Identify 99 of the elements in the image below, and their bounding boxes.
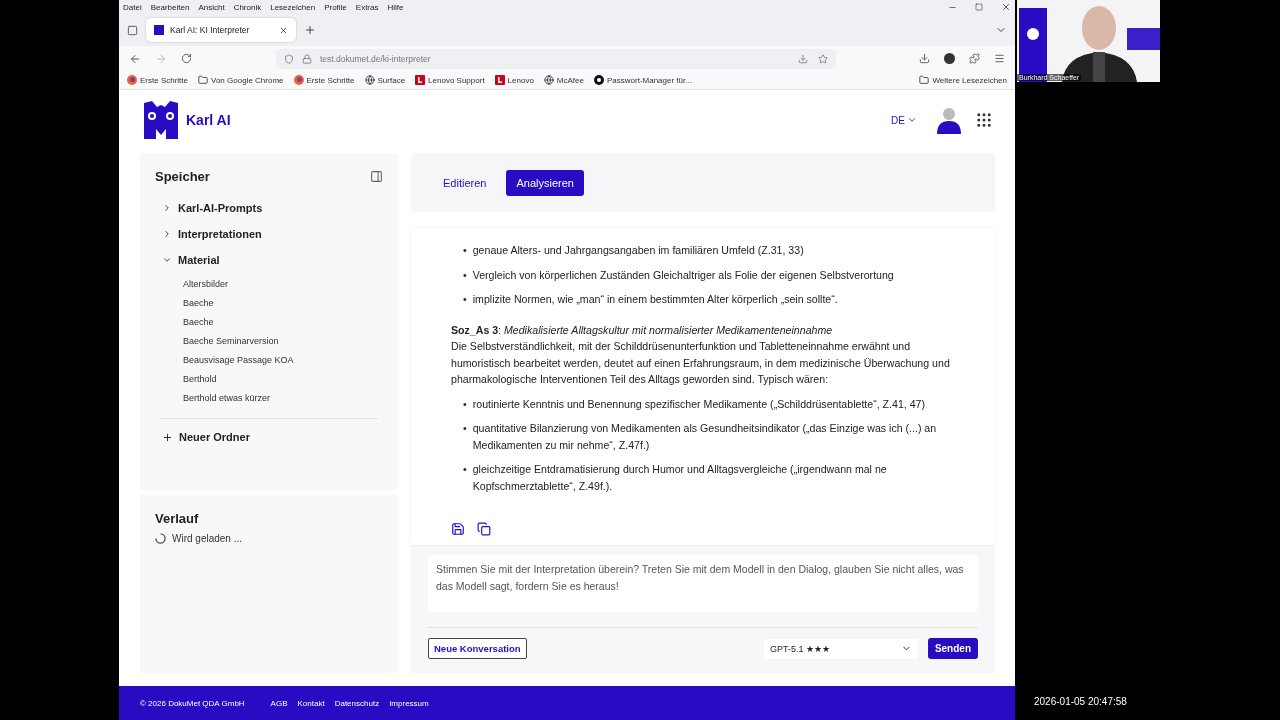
footer-link[interactable]: Kontakt <box>297 698 325 708</box>
loading-text: Wird geladen ... <box>172 533 243 544</box>
bookmark[interactable]: Erste Schritte <box>293 75 355 85</box>
timestamp: 2026-01-05 20:47:58 <box>1034 696 1128 707</box>
language-select[interactable]: DE <box>885 113 923 127</box>
menu-item[interactable]: Chronik <box>233 2 262 12</box>
menu-item[interactable]: Lesezeichen <box>270 2 316 12</box>
list-item: routinierte Kenntnis und Benennung spezifischer Medikamente („Schilddrüsentablette“, Z.41, 47) <box>472 396 926 412</box>
tab-title: Karl AI: KI Interpreter <box>170 25 250 35</box>
file-item[interactable]: Baeche <box>155 314 214 330</box>
file-item[interactable]: Baeche <box>155 295 214 311</box>
bullet: • <box>463 267 467 283</box>
close-tab-icon[interactable] <box>279 25 288 35</box>
file-item[interactable]: Berthold etwas kürzer <box>155 390 271 406</box>
menu-item[interactable]: Hilfe <box>387 2 404 12</box>
bullet: • <box>463 243 467 258</box>
section-heading: Soz_As 3: Medikalisierte Alltagskultur mit normalisierter Medikamenteneinnahme <box>451 322 834 338</box>
bookmark[interactable]: Surface <box>364 75 406 85</box>
list-item: implizite Normen, wie „man“ in einem bestimmten Alter körperlich „sein sollte“. <box>472 292 839 307</box>
owl-logo <box>144 101 178 139</box>
apps-grid-icon[interactable] <box>975 111 993 129</box>
bullet: • <box>463 292 467 307</box>
list-item: gleichzeitige Entdramatisierung durch Humor und Alltagsvergleiche („irgendwann mal ne Kopfschmerztablette“, Z.49f.). <box>472 462 888 494</box>
new-tab-icon[interactable] <box>304 24 316 36</box>
copy-icon[interactable] <box>477 522 491 536</box>
send-button[interactable]: Senden <box>927 638 978 659</box>
browser-tab[interactable]: Karl AI: KI Interpreter <box>146 18 296 42</box>
menu-item[interactable]: Profile <box>324 2 347 12</box>
key-icon <box>594 75 604 85</box>
list-item: genaue Alters- und Jahrgangsangaben im familiären Umfeld (Z.31, 33) <box>472 243 805 258</box>
menu-item[interactable]: Bearbeiten <box>150 2 190 12</box>
file-item[interactable]: Altersbilder <box>155 276 229 292</box>
new-folder-button[interactable]: Neuer Ordner <box>155 427 250 447</box>
close-icon[interactable] <box>1001 2 1011 12</box>
panel-title: Speicher <box>155 169 210 184</box>
extensions-icon[interactable] <box>969 53 980 64</box>
chevron-down-icon <box>907 115 917 125</box>
bookmark-star-icon[interactable] <box>818 53 828 64</box>
bullet: • <box>463 396 467 412</box>
prompt-field[interactable]: Stimmen Sie mit der Interpretation überein? Treten Sie mit dem Modell in den Dialog, glauben Sie nicht alles, was das Modell sagt, fordern Sie es heraus! <box>428 555 978 612</box>
tab[interactable]: Analysieren <box>506 169 584 196</box>
profile-icon[interactable] <box>944 53 955 64</box>
plus-icon <box>162 431 173 443</box>
brand-name: Karl AI <box>186 112 231 128</box>
footer-link[interactable]: AGB <box>270 698 288 708</box>
menu-icon[interactable] <box>994 53 1005 64</box>
browser-icon <box>127 75 137 85</box>
address-bar[interactable]: test.dokumet.de/ki-interpreter <box>276 48 836 69</box>
globe-icon <box>543 75 554 85</box>
panel-toggle-icon[interactable] <box>370 170 383 183</box>
bookmark[interactable]: Weitere Lesezeichen <box>919 75 1007 85</box>
letter-badge-icon <box>494 75 505 85</box>
new-conversation-button[interactable]: Neue Konversation <box>428 638 527 659</box>
file-item[interactable]: Berthold <box>155 371 217 387</box>
letter-badge-icon <box>415 75 426 85</box>
url-text: test.dokumet.de/ki-interpreter <box>320 53 431 64</box>
spinner-icon <box>155 533 166 544</box>
reload-icon[interactable] <box>181 53 192 64</box>
bookmark[interactable]: Passwort-Manager für... <box>594 75 692 85</box>
menu-item[interactable]: Datei <box>123 2 142 12</box>
file-item[interactable]: Baeche Seminarversion <box>155 333 279 349</box>
paragraph: Die Selbstverständlichkeit, mit der Schilddrüsenunterfunktion und Tabletteneinnahme erwähnt und humoristisch bearbeitet werden, deutet auf einen Erfahrungsraum, in dem medizinische Überwachung und pharmakologische Interventionen Teil des Alltags geworden sind. Typisch wären: <box>451 339 951 387</box>
bookmark[interactable]: Lenovo <box>494 75 534 85</box>
maximize-icon[interactable] <box>975 3 983 11</box>
list-item: quantitative Bilanzierung von Medikamenten als Gesundheitsindikator („das Einzige was ich (...) an Medikamenten zu mir nehme“, Z.47f.) <box>472 421 938 453</box>
panel-title: Verlauf <box>155 511 199 526</box>
bookmark[interactable]: McAfee <box>543 75 584 85</box>
bookmark[interactable]: Lenovo Support <box>415 75 485 85</box>
file-item[interactable]: Beausvisage Passage KOA <box>155 352 294 368</box>
tab-list-icon[interactable] <box>127 24 138 36</box>
folder-item[interactable]: Material <box>155 250 220 270</box>
bookmark[interactable]: Von Google Chrome <box>198 75 284 85</box>
chevron-right-icon <box>162 203 172 213</box>
menu-item[interactable]: Extras <box>355 2 379 12</box>
bookmark[interactable]: Erste Schritte <box>127 75 188 85</box>
lock-icon <box>302 53 312 64</box>
folder-item[interactable]: Karl-AI-Prompts <box>155 198 263 218</box>
folder-icon <box>919 75 930 85</box>
folder-item[interactable]: Interpretationen <box>155 224 262 244</box>
footer-link[interactable]: Datenschutz <box>334 698 380 708</box>
globe-icon <box>364 75 375 85</box>
chevron-right-icon <box>162 229 172 239</box>
back-icon[interactable] <box>129 52 141 65</box>
model-select[interactable]: GPT-5.1 ★★★ <box>763 638 918 659</box>
tab-favicon <box>154 25 164 35</box>
downloads-icon[interactable] <box>919 53 930 64</box>
footer-link[interactable]: Impressum <box>389 698 429 708</box>
tab[interactable]: Editieren <box>433 169 497 196</box>
chevron-down-icon <box>162 255 172 265</box>
save-icon[interactable] <box>451 522 465 536</box>
browser-icon <box>293 75 304 85</box>
folder-icon <box>198 75 208 85</box>
bullet: • <box>463 462 467 477</box>
shield-icon <box>284 53 294 64</box>
list-item: Vergleich von körperlichen Zuständen Gleichaltriger als Folie der eigenen Selbstverortung <box>472 267 895 283</box>
avatar-icon[interactable] <box>937 106 961 134</box>
menu-item[interactable]: Ansicht <box>198 2 225 12</box>
bullet: • <box>463 421 467 436</box>
copyright-text: © 2026 DokuMet QDA GmbH <box>140 698 245 708</box>
